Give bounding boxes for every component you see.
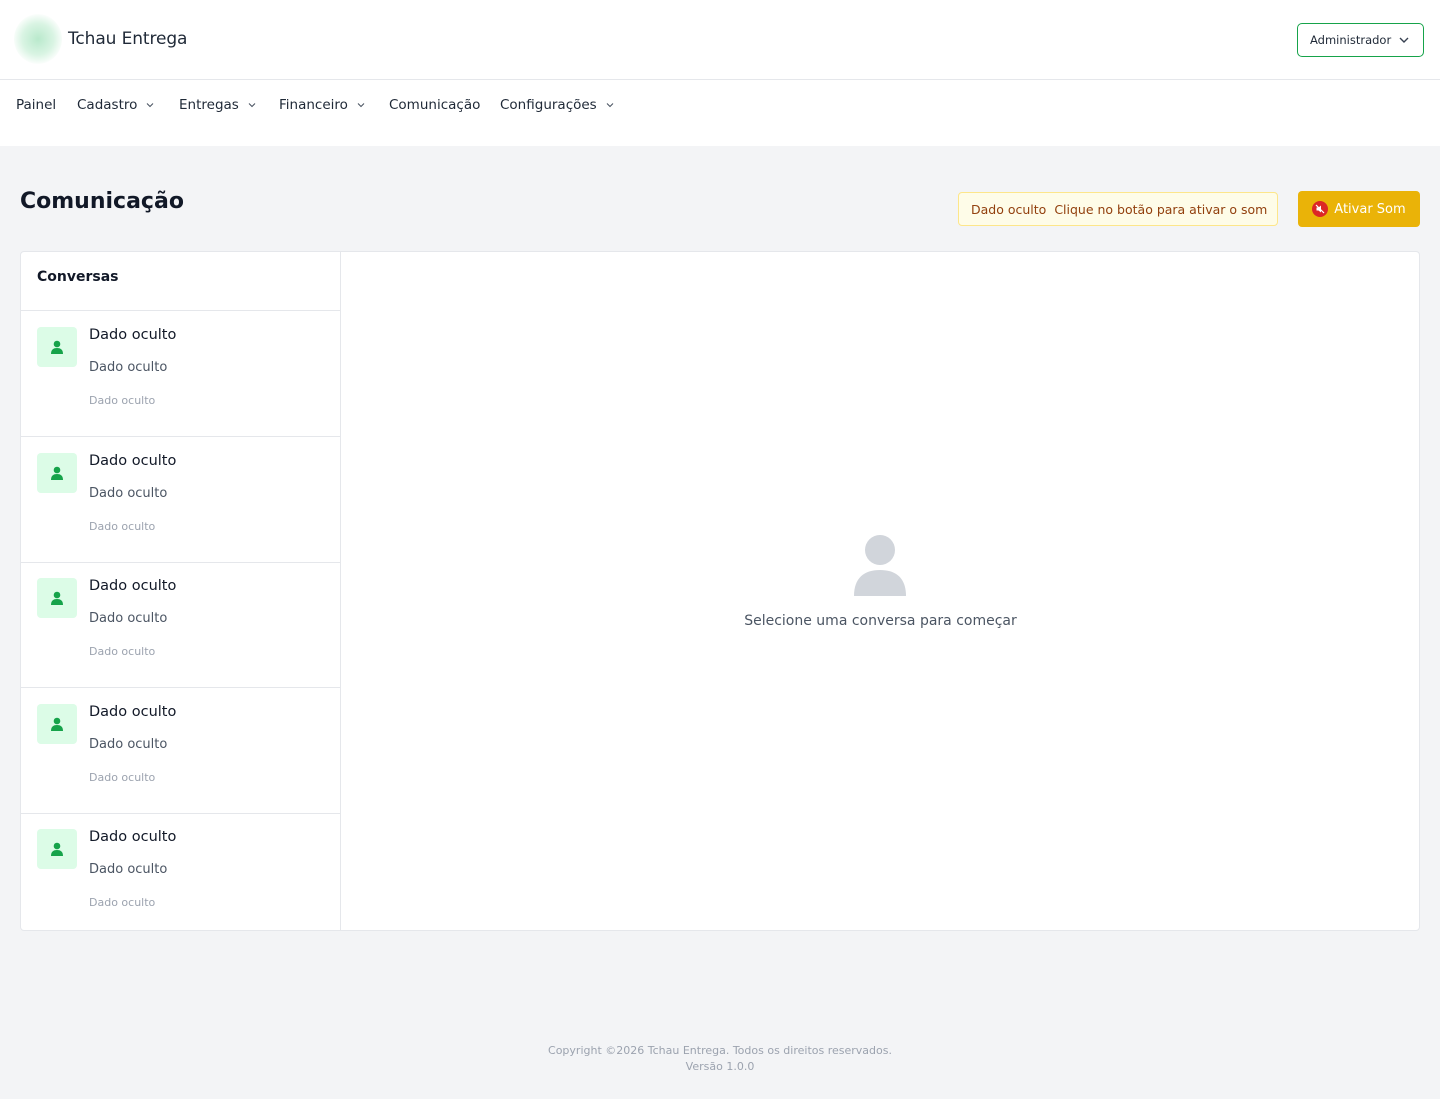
user-menu-label: Administrador [1310,33,1392,47]
conversation-item[interactable]: Dado oculto Dado oculto Dado oculto [21,813,340,930]
conversation-message: Dado oculto [89,486,168,501]
sound-notice-hidden-label: Dado oculto [971,201,1047,217]
empty-state-message: Selecione uma conversa para começar [744,613,1017,629]
avatar [37,704,77,744]
conversation-item[interactable]: Dado oculto Dado oculto Dado oculto [21,688,340,814]
main-navigation: Painel Cadastro Entregas Financeiro Comu… [0,80,1440,146]
avatar [37,829,77,869]
muted-speaker-icon [1312,201,1329,217]
nav-item-configuracoes[interactable]: Configurações [500,97,615,113]
avatar [37,578,77,618]
user-icon [51,842,63,856]
nav-item-painel[interactable]: Painel [16,97,56,113]
conversation-time: Dado oculto [89,394,156,407]
nav-item-label: Cadastro [77,97,138,113]
conversation-item[interactable]: Dado oculto Dado oculto Dado oculto [21,311,340,437]
avatar [37,453,77,493]
activate-sound-button[interactable]: Ativar Som [1298,191,1420,227]
conversation-name: Dado oculto [89,327,177,343]
page-title: Comunicação [20,189,184,214]
chevron-down-icon [147,103,154,108]
conversation-time: Dado oculto [89,896,156,909]
sound-notice-message: Clique no botão para ativar o som [1054,201,1268,217]
activate-sound-label: Ativar Som [1334,201,1406,217]
nav-item-label: Configurações [500,97,597,113]
top-bar: Tchau Entrega Administrador [0,0,1440,80]
conversation-name: Dado oculto [89,829,177,845]
nav-item-financeiro[interactable]: Financeiro [279,97,366,113]
user-icon [51,340,63,354]
footer-copyright: Copyright ©2026 Tchau Entrega. Todos os … [548,1044,892,1057]
user-menu-button[interactable]: Administrador [1297,23,1424,57]
user-silhouette-icon [854,535,906,596]
conversation-time: Dado oculto [89,645,156,658]
conversation-list-header: Conversas [21,252,340,311]
conversation-name: Dado oculto [89,578,177,594]
brand-logo[interactable] [14,14,62,64]
chevron-down-icon [357,103,365,108]
user-icon [51,591,63,605]
chevron-down-icon [248,103,256,108]
nav-item-entregas[interactable]: Entregas [179,97,257,113]
conversation-name: Dado oculto [89,704,177,720]
conversation-message: Dado oculto [89,737,168,752]
nav-item-label: Comunicação [389,97,481,113]
conversation-time: Dado oculto [89,520,156,533]
conversation-name: Dado oculto [89,453,177,469]
chevron-down-icon [606,103,614,108]
chevron-down-icon [1399,37,1409,43]
communication-panel: Conversas Dado oculto Dado oculto Dado o… [20,251,1420,931]
conversation-message: Dado oculto [89,862,168,877]
nav-item-label: Painel [16,97,57,113]
nav-item-label: Financeiro [279,97,348,113]
footer-version: Versão 1.0.0 [685,1060,755,1073]
conversation-list-title: Conversas [37,269,119,285]
conversation-item[interactable]: Dado oculto Dado oculto Dado oculto [21,562,340,688]
nav-item-cadastro[interactable]: Cadastro [77,97,155,113]
conversation-list: Conversas Dado oculto Dado oculto Dado o… [21,252,341,930]
avatar [37,327,77,367]
nav-item-label: Entregas [179,97,239,113]
conversation-message: Dado oculto [89,360,168,375]
conversation-message: Dado oculto [89,611,168,626]
nav-item-comunicacao[interactable]: Comunicação [389,97,480,113]
conversation-time: Dado oculto [89,771,156,784]
user-icon [51,466,63,480]
footer: Copyright ©2026 Tchau Entrega. Todos os … [0,1043,1440,1075]
conversation-item[interactable]: Dado oculto Dado oculto Dado oculto [21,437,340,563]
sound-notice: Dado oculto Clique no botão para ativar … [958,192,1278,226]
brand-name[interactable]: Tchau Entrega [68,29,187,49]
chat-empty-state: Selecione uma conversa para começar [342,252,1419,930]
user-icon [51,717,63,731]
